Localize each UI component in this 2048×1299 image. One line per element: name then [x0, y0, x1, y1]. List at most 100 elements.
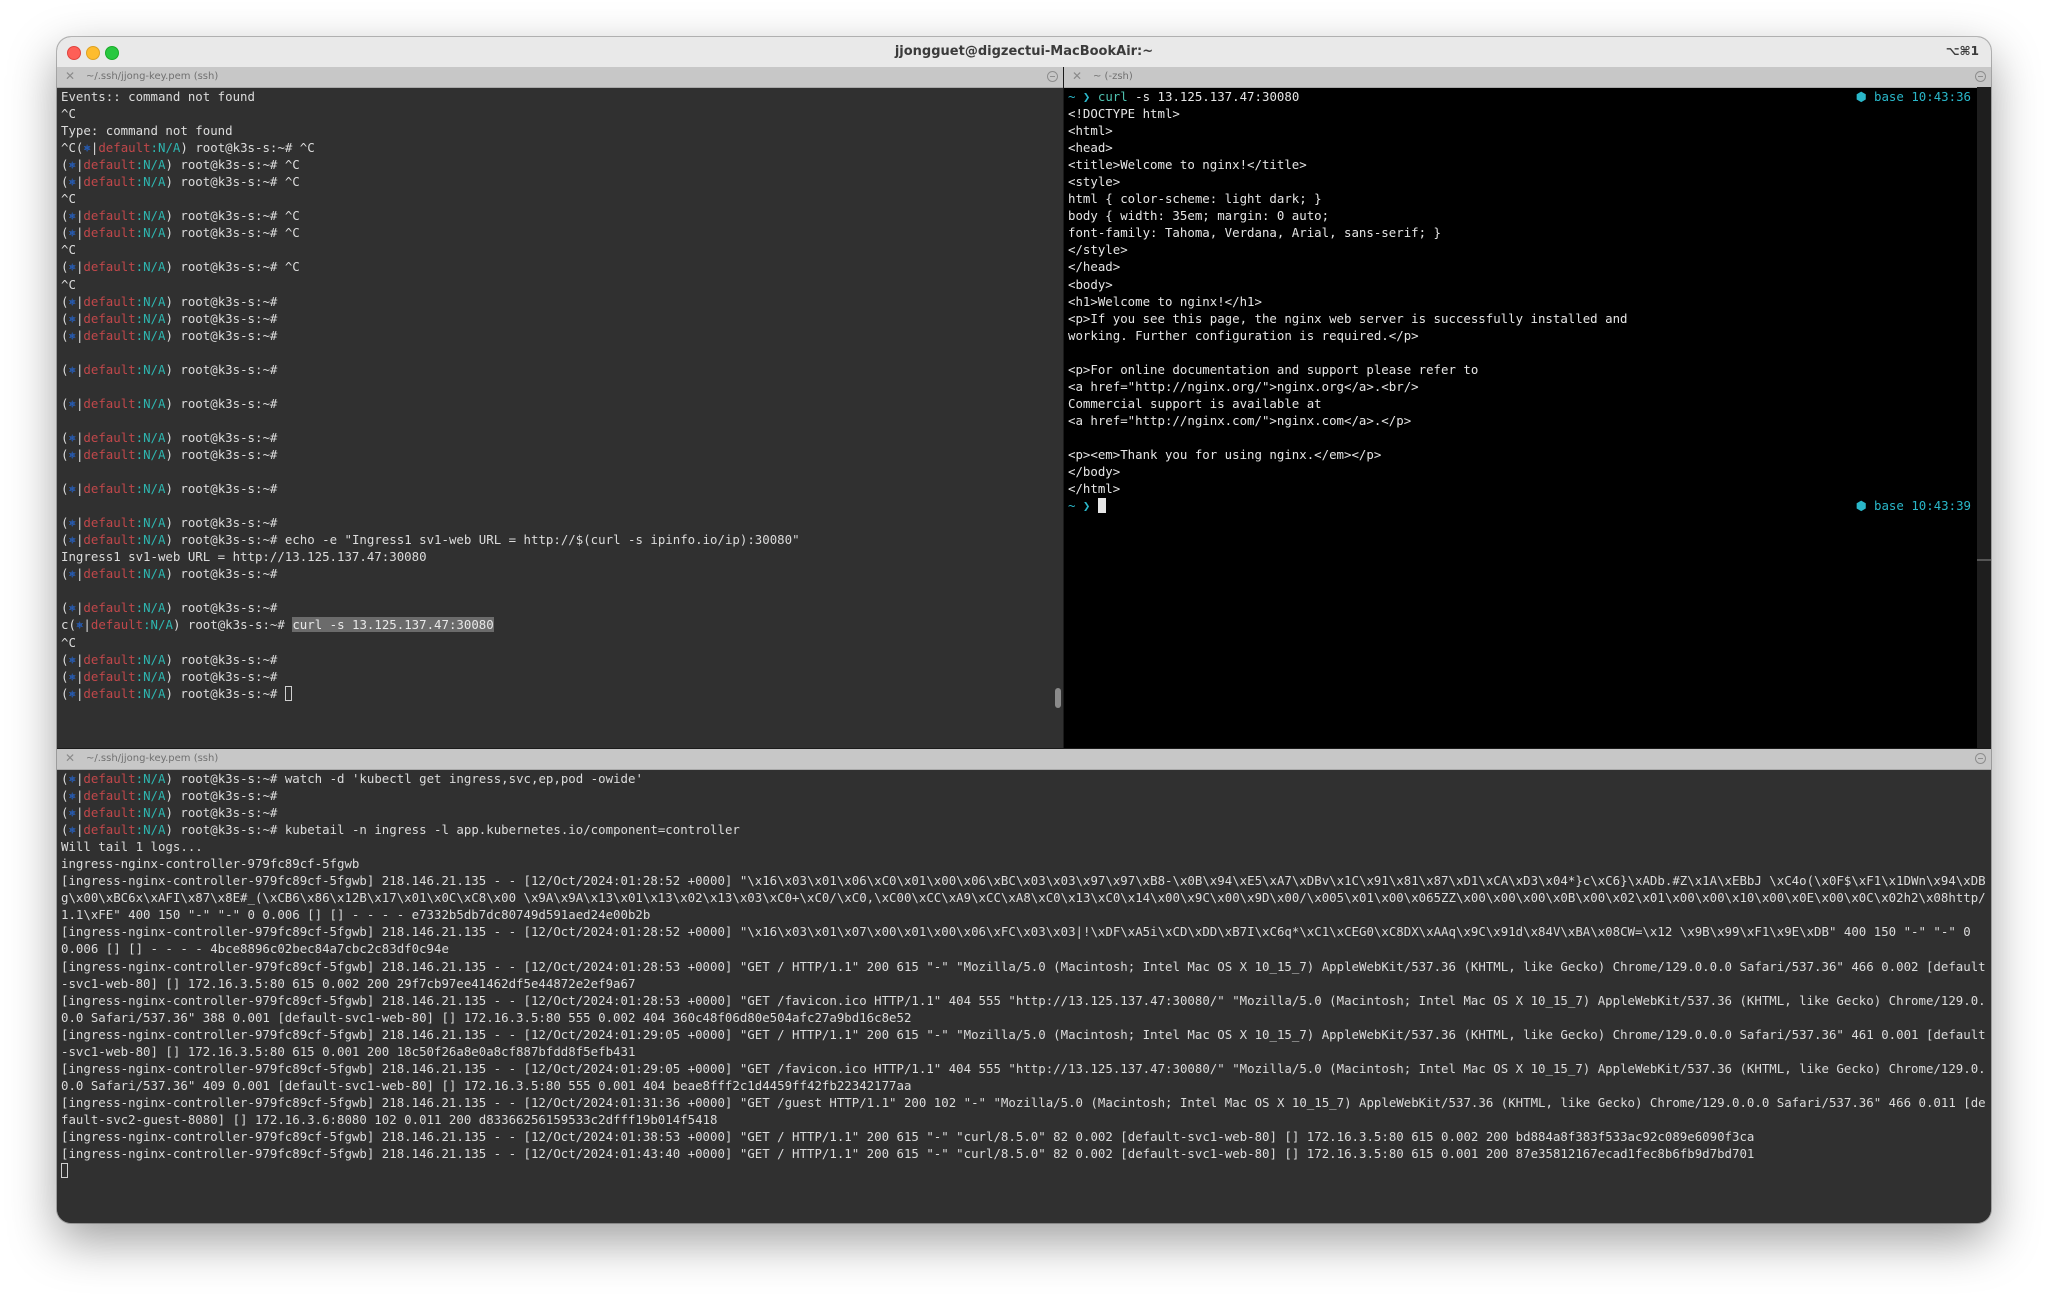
prompt-namespace: default: [83, 788, 136, 804]
prompt-suffix: :N/A: [135, 668, 166, 684]
kube-context-icon: ⎈: [68, 532, 76, 548]
prompt-paren: ): [165, 515, 181, 531]
right-prompt: ⬢ base 10:43:36: [1856, 88, 1971, 105]
kube-context-icon: ⎈: [68, 805, 76, 821]
pane-ssh-top-left[interactable]: ✕ ~/.ssh/jjong-key.pem (ssh) Events:: co…: [57, 67, 1063, 748]
terminal-output-right[interactable]: ~ ❯ curl -s 13.125.137.47:30080 ⬢ base 10…: [1064, 88, 1991, 748]
prompt-host: root@k3s-s:~#: [180, 208, 278, 224]
prompt-suffix: :N/A: [135, 225, 166, 241]
prompt-host: root@k3s-s:~#: [180, 395, 278, 411]
scrollbar-thumb[interactable]: [1055, 688, 1061, 708]
terminal-line: (⎈|default:N/A) root@k3s-s:~#: [61, 361, 1059, 378]
terminal-line: [ingress-nginx-controller-979fc89cf-5fgw…: [61, 924, 1979, 957]
terminal-line: (⎈|default:N/A) root@k3s-s:~#: [61, 429, 1059, 446]
prompt-host: root@k3s-s:~#: [180, 259, 278, 275]
terminal-line: [61, 1162, 1987, 1179]
command-text: ^C: [277, 225, 300, 241]
prompt-suffix: :N/A: [135, 788, 166, 804]
prompt-namespace: default: [83, 310, 136, 326]
terminal-output-bottom[interactable]: (⎈|default:N/A) root@k3s-s:~# watch -d '…: [57, 770, 1991, 1223]
close-pane-icon[interactable]: ✕: [65, 69, 75, 83]
terminal-line: <body>: [1068, 276, 1113, 292]
prompt-suffix: :N/A: [135, 600, 166, 616]
terminal-line: [ingress-nginx-controller-979fc89cf-5fgw…: [61, 992, 1986, 1025]
terminal-line: <a href="http://nginx.org/">nginx.org</a…: [1068, 378, 1419, 394]
pane-maximize-icon[interactable]: [1047, 71, 1058, 82]
prompt-namespace: default: [83, 174, 136, 190]
terminal-line: ^C(⎈|default:N/A) root@k3s-s:~# ^C: [61, 139, 1059, 156]
prompt-paren: ): [165, 361, 181, 377]
kube-context-icon: ⎈: [68, 208, 76, 224]
command-text: ^C: [277, 208, 300, 224]
scrollbar-thumb[interactable]: [1977, 559, 1991, 561]
terminal-line: ^C: [61, 191, 76, 207]
terminal-line: ^C: [61, 106, 76, 122]
prompt-namespace: default: [83, 822, 136, 838]
kube-context-icon: ⎈: [68, 685, 76, 701]
terminal-line: (⎈|default:N/A) root@k3s-s:~#: [61, 565, 1059, 582]
terminal-line: (⎈|default:N/A) root@k3s-s:~# ^C: [61, 156, 1059, 173]
kube-context-icon: ⎈: [68, 157, 76, 173]
prompt-namespace: default: [83, 429, 136, 445]
prompt-paren: ): [165, 805, 181, 821]
prompt-namespace: default: [83, 225, 136, 241]
kube-context-icon: ⎈: [68, 395, 76, 411]
prompt-namespace: default: [83, 515, 136, 531]
command-text: ^C: [292, 140, 315, 156]
kube-context-icon: ⎈: [83, 140, 91, 156]
prompt-paren: ): [165, 600, 181, 616]
prompt-paren: ): [165, 327, 181, 343]
prompt-paren: ): [165, 310, 181, 326]
prompt-paren: ): [165, 174, 181, 190]
prompt-host: root@k3s-s:~#: [180, 293, 278, 309]
prompt-host: root@k3s-s:~#: [180, 310, 278, 326]
prompt-paren: ): [180, 140, 196, 156]
pane-maximize-icon[interactable]: [1975, 753, 1986, 764]
prompt-host: root@k3s-s:~#: [180, 685, 278, 701]
kube-context-icon: ⎈: [68, 515, 76, 531]
prompt-host: root@k3s-s:~#: [180, 429, 278, 445]
kube-context-icon: ⎈: [68, 327, 76, 343]
terminal-line: ^C: [61, 276, 76, 292]
pane-title: ~/.ssh/jjong-key.pem (ssh): [86, 71, 219, 82]
prompt-suffix: :N/A: [135, 429, 166, 445]
terminal-output-left[interactable]: Events:: command not found ^C Type: comman…: [57, 88, 1063, 748]
pane-maximize-icon[interactable]: [1975, 71, 1986, 82]
prompt-paren: ): [165, 566, 181, 582]
prompt-namespace: default: [83, 293, 136, 309]
terminal-line: ^C: [61, 242, 76, 258]
terminal-line: </style>: [1068, 242, 1128, 258]
pane-tab-bar: ✕ ~/.ssh/jjong-key.pem (ssh): [57, 67, 1063, 88]
command-text: echo -e "Ingress1 sv1-web URL = http://$…: [277, 532, 800, 548]
selected-command: curl -s 13.125.137.47:30080: [292, 617, 494, 633]
scrollbar-track[interactable]: [1977, 87, 1991, 748]
terminal-line: [ingress-nginx-controller-979fc89cf-5fgw…: [61, 873, 1986, 923]
terminal-line: <style>: [1068, 174, 1121, 190]
kube-context-icon: ⎈: [68, 174, 76, 190]
close-pane-icon[interactable]: ✕: [1072, 69, 1082, 83]
terminal-line: (⎈|default:N/A) root@k3s-s:~# kubetail -…: [61, 821, 1987, 838]
conda-env-icon: ⬢: [1855, 89, 1874, 104]
prompt-pipe: |: [83, 617, 91, 633]
terminal-line: (⎈|default:N/A) root@k3s-s:~#: [61, 651, 1059, 668]
prompt-namespace: default: [98, 140, 151, 156]
terminal-line: (⎈|default:N/A) root@k3s-s:~#: [61, 310, 1059, 327]
prompt-namespace: default: [90, 617, 144, 633]
zsh-prompt: ~ ❯: [1068, 89, 1091, 104]
terminal-line: ~ ❯ curl -s 13.125.137.47:30080 ⬢ base 10…: [1068, 88, 1971, 105]
text-cursor: [284, 685, 292, 701]
prompt-host: root@k3s-s:~#: [180, 327, 278, 343]
close-pane-icon[interactable]: ✕: [65, 751, 75, 765]
terminal-line: (⎈|default:N/A) root@k3s-s:~#: [61, 446, 1059, 463]
terminal-line: (⎈|default:N/A) root@k3s-s:~# echo -e "I…: [61, 531, 1059, 548]
prompt-suffix: :N/A: [143, 617, 173, 633]
prompt-namespace: default: [83, 532, 136, 548]
pane-zsh-top-right[interactable]: ✕ ~ (-zsh) ~ ❯ curl -s 13.125.137.47:300…: [1064, 67, 1991, 748]
prompt-namespace: default: [83, 805, 136, 821]
pane-ssh-bottom[interactable]: ✕ ~/.ssh/jjong-key.pem (ssh) (⎈|default:…: [57, 749, 1991, 1223]
pane-title: ~ (-zsh): [1093, 71, 1133, 82]
